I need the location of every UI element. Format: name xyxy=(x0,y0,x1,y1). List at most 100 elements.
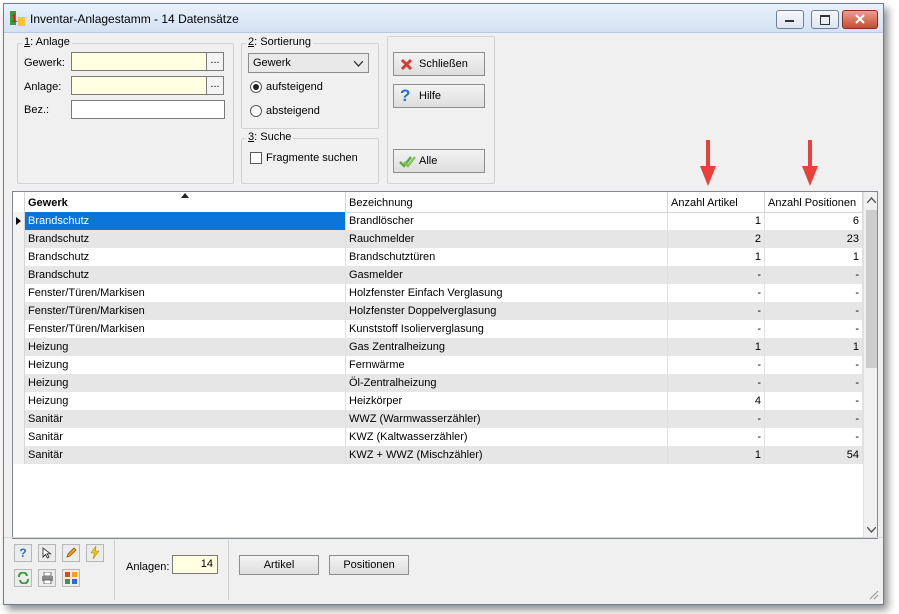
table-row[interactable]: Fenster/Türen/Markisen Holzfenster Einfa… xyxy=(13,284,863,302)
cell-bezeichnung[interactable]: WWZ (Warmwasserzähler) xyxy=(346,410,668,428)
table-row[interactable]: Fenster/Türen/Markisen Kunststoff Isolie… xyxy=(13,320,863,338)
scrollbar-thumb[interactable] xyxy=(866,210,877,368)
cell-gewerk[interactable]: Fenster/Türen/Markisen xyxy=(25,320,346,338)
cell-gewerk[interactable]: Brandschutz xyxy=(25,266,346,284)
ascending-radio[interactable] xyxy=(250,81,262,93)
scroll-down-icon[interactable] xyxy=(867,527,876,533)
cell-gewerk[interactable]: Heizung xyxy=(25,374,346,392)
table-row[interactable]: Brandschutz Rauchmelder 2 23 xyxy=(13,230,863,248)
cell-gewerk[interactable]: Sanitär xyxy=(25,428,346,446)
cell-gewerk[interactable]: Heizung xyxy=(25,392,346,410)
cell-bezeichnung[interactable]: Gasmelder xyxy=(346,266,668,284)
pencil-icon[interactable] xyxy=(62,544,80,562)
cell-anzahl-positionen[interactable]: - xyxy=(765,374,863,392)
cell-bezeichnung[interactable]: Rauchmelder xyxy=(346,230,668,248)
cell-anzahl-artikel[interactable]: 4 xyxy=(668,392,765,410)
data-grid[interactable]: Gewerk Bezeichnung Anzahl Artikel Anzahl… xyxy=(12,191,878,539)
column-header-bezeichnung[interactable]: Bezeichnung xyxy=(346,192,668,212)
refresh-icon[interactable] xyxy=(14,569,32,587)
cell-anzahl-positionen[interactable]: - xyxy=(765,302,863,320)
print-icon[interactable] xyxy=(38,569,56,587)
cell-bezeichnung[interactable]: Holzfenster Einfach Verglasung xyxy=(346,284,668,302)
table-row[interactable]: Brandschutz Brandschutztüren 1 1 xyxy=(13,248,863,266)
scroll-up-icon[interactable] xyxy=(867,197,876,203)
cell-gewerk[interactable]: Brandschutz xyxy=(25,248,346,266)
layout-icon[interactable] xyxy=(62,569,80,587)
gewerk-lookup-button[interactable]: ... xyxy=(206,52,224,71)
anlage-lookup-button[interactable]: ... xyxy=(206,76,224,95)
vertical-scrollbar[interactable] xyxy=(863,192,877,538)
table-row[interactable]: Brandschutz Gasmelder - - xyxy=(13,266,863,284)
cell-anzahl-artikel[interactable]: 1 xyxy=(668,446,765,464)
cell-bezeichnung[interactable]: Heizkörper xyxy=(346,392,668,410)
cell-bezeichnung[interactable]: KWZ (Kaltwasserzähler) xyxy=(346,428,668,446)
cell-anzahl-artikel[interactable]: 2 xyxy=(668,230,765,248)
table-row[interactable]: Brandschutz Brandlöscher 1 6 xyxy=(13,212,863,230)
fragment-checkbox[interactable] xyxy=(250,152,262,164)
cell-gewerk[interactable]: Sanitär xyxy=(25,410,346,428)
pointer-icon[interactable] xyxy=(38,544,56,562)
cell-anzahl-artikel[interactable]: - xyxy=(668,356,765,374)
cell-anzahl-positionen[interactable]: 23 xyxy=(765,230,863,248)
table-row[interactable]: Heizung Gas Zentralheizung 1 1 xyxy=(13,338,863,356)
descending-radio[interactable] xyxy=(250,105,262,117)
column-header-anzahl-positionen[interactable]: Anzahl Positionen xyxy=(765,192,863,212)
resize-grip-icon[interactable] xyxy=(867,588,879,600)
cell-gewerk[interactable]: Fenster/Türen/Markisen xyxy=(25,284,346,302)
table-row[interactable]: Fenster/Türen/Markisen Holzfenster Doppe… xyxy=(13,302,863,320)
table-row[interactable]: Sanitär WWZ (Warmwasserzähler) - - xyxy=(13,410,863,428)
cell-bezeichnung[interactable]: Öl-Zentralheizung xyxy=(346,374,668,392)
cell-bezeichnung[interactable]: KWZ + WWZ (Mischzähler) xyxy=(346,446,668,464)
bez-field[interactable] xyxy=(71,100,225,119)
table-row[interactable]: Heizung Öl-Zentralheizung - - xyxy=(13,374,863,392)
all-button[interactable]: Alle xyxy=(393,149,485,173)
cell-anzahl-artikel[interactable]: - xyxy=(668,302,765,320)
cell-bezeichnung[interactable]: Brandlöscher xyxy=(346,212,668,230)
cell-bezeichnung[interactable]: Holzfenster Doppelverglasung xyxy=(346,302,668,320)
cell-anzahl-positionen[interactable]: - xyxy=(765,392,863,410)
cell-gewerk[interactable]: Heizung xyxy=(25,356,346,374)
cell-bezeichnung[interactable]: Gas Zentralheizung xyxy=(346,338,668,356)
cell-bezeichnung[interactable]: Fernwärme xyxy=(346,356,668,374)
cell-anzahl-artikel[interactable]: - xyxy=(668,320,765,338)
minimize-button[interactable] xyxy=(776,10,804,29)
cell-gewerk[interactable]: Heizung xyxy=(25,338,346,356)
column-header-anzahl-artikel[interactable]: Anzahl Artikel xyxy=(668,192,765,212)
cell-anzahl-positionen[interactable]: - xyxy=(765,410,863,428)
lightning-icon[interactable] xyxy=(86,544,104,562)
help-button[interactable]: ? Hilfe xyxy=(393,84,485,108)
cell-anzahl-artikel[interactable]: - xyxy=(668,428,765,446)
cell-anzahl-artikel[interactable]: - xyxy=(668,374,765,392)
cell-gewerk[interactable]: Brandschutz xyxy=(25,212,346,230)
cell-anzahl-positionen[interactable]: - xyxy=(765,320,863,338)
anlage-field[interactable] xyxy=(71,76,207,95)
table-row[interactable]: Sanitär KWZ + WWZ (Mischzähler) 1 54 xyxy=(13,446,863,464)
cell-anzahl-artikel[interactable]: 1 xyxy=(668,248,765,266)
cell-anzahl-positionen[interactable]: - xyxy=(765,428,863,446)
cell-anzahl-artikel[interactable]: - xyxy=(668,266,765,284)
artikel-button[interactable]: Artikel xyxy=(239,555,319,575)
cell-anzahl-positionen[interactable]: 1 xyxy=(765,338,863,356)
table-row[interactable]: Heizung Heizkörper 4 - xyxy=(13,392,863,410)
cell-bezeichnung[interactable]: Kunststoff Isolierverglasung xyxy=(346,320,668,338)
cell-anzahl-positionen[interactable]: - xyxy=(765,284,863,302)
cell-anzahl-positionen[interactable]: 54 xyxy=(765,446,863,464)
cell-anzahl-artikel[interactable]: 1 xyxy=(668,338,765,356)
close-window-button[interactable] xyxy=(842,10,878,29)
cell-anzahl-positionen[interactable]: 6 xyxy=(765,212,863,230)
close-button[interactable]: Schließen xyxy=(393,52,485,76)
gewerk-field[interactable] xyxy=(71,52,207,71)
cell-gewerk[interactable]: Sanitär xyxy=(25,446,346,464)
table-row[interactable]: Sanitär KWZ (Kaltwasserzähler) - - xyxy=(13,428,863,446)
cell-anzahl-artikel[interactable]: - xyxy=(668,410,765,428)
cell-anzahl-artikel[interactable]: 1 xyxy=(668,212,765,230)
positionen-button[interactable]: Positionen xyxy=(329,555,409,575)
cell-anzahl-positionen[interactable]: - xyxy=(765,266,863,284)
cell-anzahl-positionen[interactable]: 1 xyxy=(765,248,863,266)
table-row[interactable]: Heizung Fernwärme - - xyxy=(13,356,863,374)
cell-anzahl-artikel[interactable]: - xyxy=(668,284,765,302)
sort-combo[interactable]: Gewerk xyxy=(248,53,369,73)
title-bar[interactable]: 1 Inventar-Anlagestamm - 14 Datensätze xyxy=(4,4,883,33)
cell-bezeichnung[interactable]: Brandschutztüren xyxy=(346,248,668,266)
cell-gewerk[interactable]: Brandschutz xyxy=(25,230,346,248)
